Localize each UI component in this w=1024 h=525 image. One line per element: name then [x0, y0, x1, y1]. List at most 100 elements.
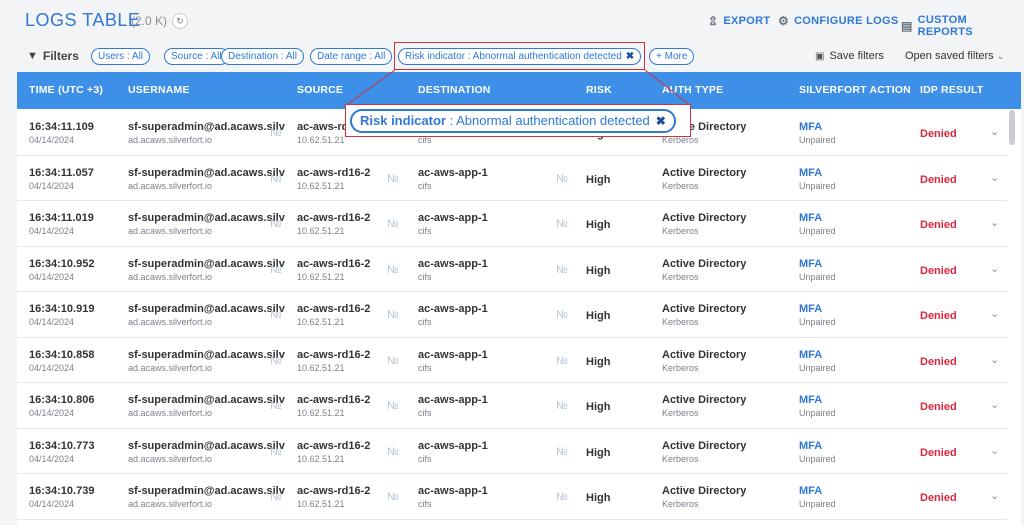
- chevron-down-icon[interactable]: ⌄: [990, 171, 999, 184]
- network-link-icon: №: [556, 309, 568, 321]
- col-idp-result[interactable]: IDP RESULT: [920, 84, 983, 96]
- chevron-down-icon[interactable]: ⌄: [990, 125, 999, 138]
- floppy-disk-icon: ▣: [815, 50, 825, 62]
- open-saved-label: Open saved filters: [905, 50, 994, 62]
- callout-sep: :: [445, 113, 457, 128]
- table-row[interactable]: 16:34:11.057 04/14/2024 sf-superadmin@ad.a…: [17, 155, 1007, 201]
- cell-time: 16:34:10.858: [29, 348, 95, 361]
- network-link-icon: №: [387, 218, 399, 230]
- cell-domain: ad.acaws.silverfort.io: [128, 271, 213, 282]
- cell-time: 16:34:11.019: [29, 212, 94, 224]
- cell-action[interactable]: MFA: [799, 167, 822, 179]
- export-button[interactable]: ⇫ EXPORT: [708, 14, 770, 28]
- cell-action-sub: Unpaired: [799, 408, 836, 418]
- cell-action[interactable]: MFA: [799, 121, 822, 133]
- chevron-down-icon[interactable]: ⌄: [990, 307, 999, 320]
- network-link-icon: №: [387, 491, 399, 503]
- cell-proto: Kerberos: [662, 226, 699, 236]
- chevron-down-icon[interactable]: ⌄: [990, 489, 999, 502]
- cell-time: 16:34:10.806: [29, 394, 95, 406]
- chip-date-range[interactable]: Date range : All: [310, 48, 393, 65]
- table-row[interactable]: 16:34:10.773 04/14/2024 sf-superadmin@ad.a…: [17, 428, 1007, 474]
- table-row[interactable]: 16:34:11.019 04/14/2024 sf-superadmin@ad.a…: [17, 201, 1007, 247]
- table-row[interactable]: 16:34:10.858 04/14/2024 sf-superadmin@ad.a…: [17, 337, 1007, 383]
- cell-auth: Active Directory: [662, 303, 747, 315]
- network-link-icon: №: [270, 400, 282, 412]
- cell-svc: cifs: [418, 408, 432, 418]
- scrollbar[interactable]: [1009, 110, 1015, 145]
- cell-action[interactable]: MFA: [799, 394, 822, 406]
- cell-dst: ac-aws-app-1: [418, 439, 488, 452]
- network-link-icon: №: [387, 354, 399, 367]
- cell-action[interactable]: MFA: [799, 258, 822, 270]
- cell-action[interactable]: MFA: [799, 349, 822, 361]
- cell-ip: 10.62.51.21: [297, 271, 345, 282]
- cell-action[interactable]: MFA: [799, 485, 822, 497]
- more-filters-button[interactable]: + More: [649, 48, 695, 65]
- report-card-icon: ▤: [901, 19, 913, 33]
- chip-destination[interactable]: Destination : All: [221, 48, 304, 65]
- col-silverfort-action[interactable]: SILVERFORT ACTION: [799, 84, 911, 96]
- cell-src: ac-aws-rd16-2: [297, 485, 371, 497]
- cell-date: 04/14/2024: [29, 499, 75, 509]
- chevron-down-icon[interactable]: ⌄: [990, 444, 999, 457]
- cell-domain: ad.acaws.silverfort.io: [128, 408, 213, 418]
- col-risk[interactable]: RISK: [586, 84, 612, 96]
- col-time[interactable]: TIME (UTC +3): [29, 84, 103, 96]
- cell-proto: Kerberos: [662, 317, 699, 327]
- cell-user: sf-superadmin@ad.acaws.silve: [128, 166, 285, 179]
- network-link-icon: №: [270, 354, 282, 367]
- cell-proto: Kerberos: [662, 499, 699, 509]
- cell-date: 04/14/2024: [29, 180, 75, 191]
- network-link-icon: №: [270, 218, 282, 230]
- chevron-down-icon[interactable]: ⌄: [990, 398, 999, 411]
- chip-users[interactable]: Users : All: [91, 48, 151, 65]
- chip-risk-indicator[interactable]: Risk indicator : Abnormal authentication…: [398, 48, 642, 65]
- cell-result: Denied: [920, 355, 957, 368]
- col-auth-type[interactable]: AUTH TYPE: [662, 84, 723, 96]
- cell-date: 04/14/2024: [29, 453, 75, 464]
- chip-source[interactable]: Source : All: [164, 48, 229, 65]
- table-row[interactable]: 16:34:10.952 04/14/2024 sf-superadmin@ad.a…: [17, 246, 1007, 292]
- remove-chip-icon[interactable]: ✖: [626, 51, 634, 62]
- cell-action[interactable]: MFA: [799, 303, 822, 315]
- cell-result: Denied: [920, 310, 957, 322]
- custom-reports-button[interactable]: ▤ CUSTOM REPORTS: [901, 14, 1024, 38]
- table-row[interactable]: 16:34:10.919 04/14/2024 sf-superadmin@ad.a…: [17, 292, 1007, 338]
- filters-label: Filters: [42, 49, 79, 63]
- refresh-icon[interactable]: ↻: [172, 13, 188, 29]
- cell-risk: High: [586, 492, 611, 504]
- network-link-icon: №: [270, 445, 282, 458]
- cell-date: 04/14/2024: [29, 226, 75, 236]
- cell-user: sf-superadmin@ad.acaws.silve: [128, 212, 285, 224]
- network-link-icon: №: [387, 172, 399, 185]
- save-filters-label: Save filters: [829, 50, 884, 62]
- cell-dst: ac-aws-app-1: [418, 394, 488, 406]
- cell-action-sub: Unpaired: [799, 317, 836, 327]
- table-row[interactable]: 16:34:10.739 04/14/2024 sf-superadmin@ad.a…: [17, 474, 1007, 520]
- cell-ip: 10.62.51.21: [297, 499, 345, 509]
- cell-ip: 10.62.51.21: [297, 362, 345, 373]
- filters-toggle[interactable]: ▼ Filters: [27, 49, 79, 63]
- cell-action[interactable]: MFA: [799, 212, 822, 224]
- col-username[interactable]: USERNAME: [128, 84, 190, 96]
- network-link-icon: №: [556, 354, 568, 367]
- table-row[interactable]: 16:34:10.806 04/14/2024 sf-superadmin@ad.a…: [17, 383, 1007, 429]
- cell-user: sf-superadmin@ad.acaws.silve: [128, 485, 285, 497]
- cell-src: ac-aws-rd16-2: [297, 439, 371, 452]
- cell-dst: ac-aws-app-1: [418, 485, 488, 497]
- chevron-down-icon[interactable]: ⌄: [990, 216, 999, 229]
- cell-svc: cifs: [418, 226, 432, 236]
- chevron-down-icon[interactable]: ⌄: [990, 262, 999, 275]
- cell-action[interactable]: MFA: [799, 440, 822, 452]
- col-destination[interactable]: DESTINATION: [418, 84, 491, 96]
- cell-domain: ad.acaws.silverfort.io: [128, 499, 213, 509]
- network-link-icon: №: [556, 263, 568, 276]
- col-source[interactable]: SOURCE: [297, 84, 343, 96]
- network-link-icon: №: [556, 218, 568, 230]
- configure-logs-button[interactable]: ⚙ CONFIGURE LOGS: [778, 14, 899, 28]
- cell-svc: cifs: [418, 271, 432, 282]
- save-filters-button[interactable]: ▣ Save filters: [815, 50, 884, 62]
- open-saved-filters-dropdown[interactable]: Open saved filters ⌄: [905, 50, 1004, 62]
- chevron-down-icon[interactable]: ⌄: [990, 353, 999, 366]
